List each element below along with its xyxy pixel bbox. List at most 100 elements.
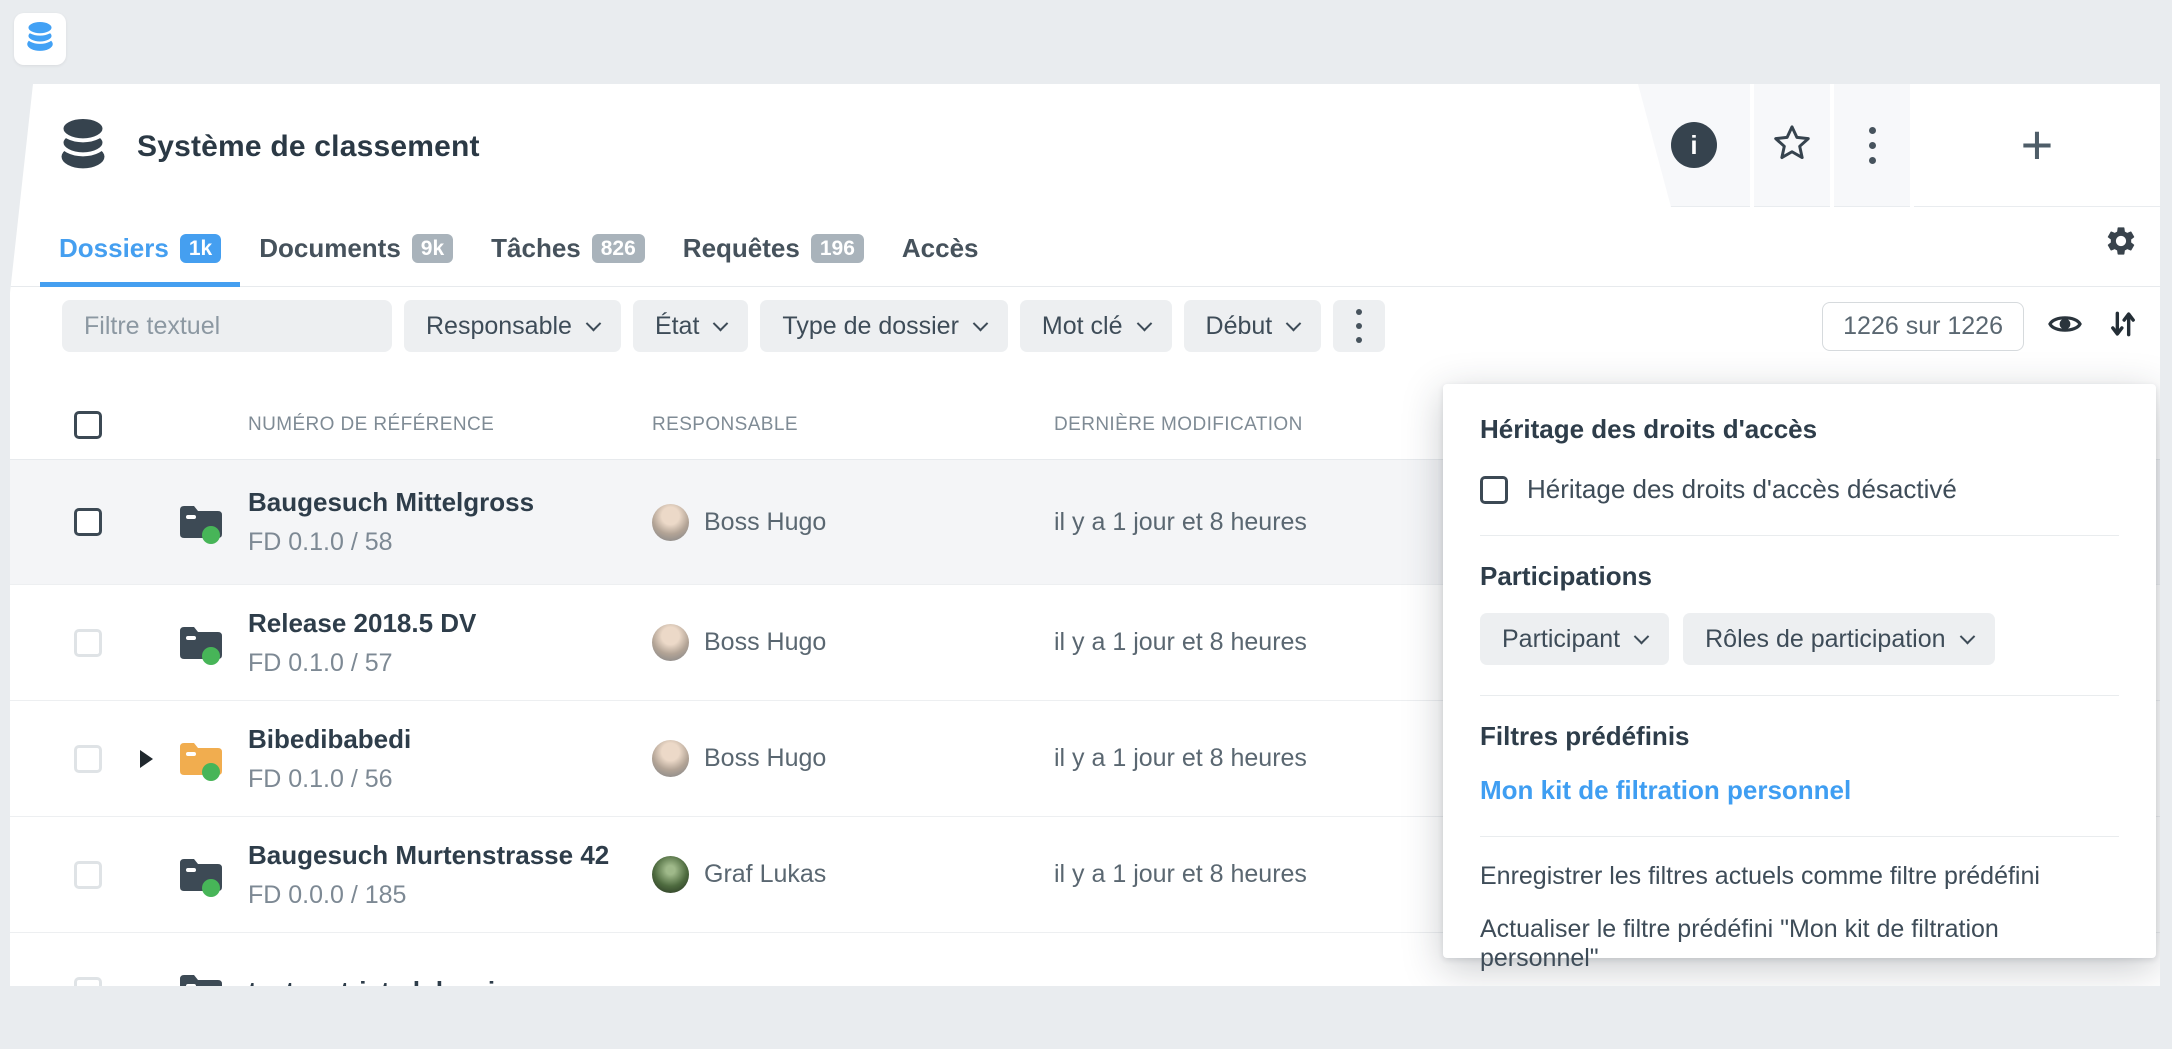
responsible-name: Boss Hugo <box>704 508 826 537</box>
status-dot-green <box>202 763 220 781</box>
tab-label: Requêtes <box>683 233 800 264</box>
dossier-folder-icon[interactable] <box>178 970 224 1012</box>
avatar <box>652 624 689 661</box>
tab-documents[interactable]: Documents 9k <box>240 210 472 286</box>
header-actions: i + <box>1638 84 2160 207</box>
dossier-reference: FD 0.0.0 / 185 <box>248 881 642 910</box>
access-inheritance-checkbox[interactable] <box>1480 476 1508 504</box>
plus-icon: + <box>2021 117 2054 173</box>
status-dot-green <box>202 995 220 1013</box>
tab-acces[interactable]: Accès <box>883 210 998 286</box>
column-header-reference[interactable]: NUMÉRO DE RÉFÉRENCE <box>248 414 642 436</box>
filter-label: Début <box>1206 312 1273 341</box>
filter-label: Mot clé <box>1042 312 1123 341</box>
star-icon <box>1771 122 1813 169</box>
sort-button[interactable] <box>2106 307 2140 346</box>
info-button[interactable]: i <box>1638 84 1750 207</box>
filter-label: Responsable <box>426 312 572 341</box>
chevron-down-icon <box>713 315 729 331</box>
more-filters-button[interactable] <box>1333 300 1385 352</box>
dropdown-label: Participant <box>1502 625 1620 654</box>
row-checkbox[interactable] <box>74 745 102 773</box>
responsible-name: Boss Hugo <box>704 628 826 657</box>
responsible-name: Boss Hugo <box>704 744 826 773</box>
chevron-down-icon <box>1634 628 1650 644</box>
status-dot-green <box>202 526 220 544</box>
status-dot-green <box>202 879 220 897</box>
app-logo[interactable] <box>14 13 66 65</box>
expand-arrow-icon[interactable] <box>140 750 153 768</box>
tab-dossiers[interactable]: Dossiers 1k <box>40 210 240 286</box>
select-all-checkbox[interactable] <box>74 411 102 439</box>
repository-database-icon <box>55 115 111 180</box>
dossier-folder-icon[interactable] <box>178 738 224 780</box>
responsible-name: Graf Lukas <box>704 860 826 889</box>
chevron-down-icon <box>1286 315 1302 331</box>
section-heading-participations: Participations <box>1480 561 2119 592</box>
participant-dropdown[interactable]: Participant <box>1480 613 1669 665</box>
preset-link[interactable]: Mon kit de filtration personnel <box>1480 775 2119 806</box>
dossier-reference: FD 0.1.0 / 57 <box>248 649 642 678</box>
settings-button[interactable] <box>2104 224 2138 263</box>
column-header-responsable[interactable]: RESPONSABLE <box>642 414 1046 436</box>
dossier-title[interactable]: test restricted dossier <box>248 976 642 1007</box>
tab-label: Dossiers <box>59 233 169 264</box>
avatar <box>652 740 689 777</box>
chevron-down-icon <box>1959 628 1975 644</box>
status-dot-green <box>202 647 220 665</box>
row-checkbox[interactable] <box>74 861 102 889</box>
top-bar <box>0 0 2172 80</box>
dossier-reference: FD 0.1.0 / 58 <box>248 528 642 557</box>
chevron-down-icon <box>1136 315 1152 331</box>
filter-responsable[interactable]: Responsable <box>404 300 621 352</box>
result-count: 1226 sur 1226 <box>1822 302 2024 351</box>
avatar <box>652 504 689 541</box>
row-checkbox[interactable] <box>74 508 102 536</box>
more-filters-panel: Héritage des droits d'accès Héritage des… <box>1443 384 2156 958</box>
chevron-down-icon <box>973 315 989 331</box>
participation-roles-dropdown[interactable]: Rôles de participation <box>1683 613 1994 665</box>
favorite-button[interactable] <box>1754 84 1830 207</box>
tab-label: Documents <box>259 233 401 264</box>
add-button[interactable]: + <box>1914 84 2160 207</box>
tab-badge: 1k <box>180 234 221 263</box>
dossier-title[interactable]: Baugesuch Murtenstrasse 42 <box>248 840 642 871</box>
more-actions-button[interactable] <box>1834 84 1910 207</box>
section-heading-presets: Filtres prédéfinis <box>1480 721 2119 752</box>
dossier-title[interactable]: Baugesuch Mittelgross <box>248 487 642 518</box>
divider <box>1480 695 2119 696</box>
eye-icon <box>2046 305 2084 348</box>
row-checkbox[interactable] <box>74 977 102 1005</box>
dossier-reference: FD 0.1.0 / 56 <box>248 765 642 794</box>
menu-item-update-preset[interactable]: Actualiser le filtre prédéfini "Mon kit … <box>1480 915 2119 973</box>
row-checkbox[interactable] <box>74 629 102 657</box>
main-card: Système de classement i + Dossiers 1k Do… <box>10 84 2160 986</box>
text-filter-input[interactable] <box>62 300 392 352</box>
filter-mot-cle[interactable]: Mot clé <box>1020 300 1172 352</box>
dossier-folder-icon[interactable] <box>178 622 224 664</box>
filter-etat[interactable]: État <box>633 300 748 352</box>
tab-requetes[interactable]: Requêtes 196 <box>664 210 883 286</box>
database-icon <box>23 20 57 59</box>
menu-item-reset[interactable]: Réinitialiser <box>1480 997 2119 1026</box>
menu-item-save-preset[interactable]: Enregistrer les filtres actuels comme fi… <box>1480 862 2119 891</box>
dossier-title[interactable]: Release 2018.5 DV <box>248 608 642 639</box>
filter-label: État <box>655 312 699 341</box>
info-icon: i <box>1671 122 1717 168</box>
dossier-folder-icon[interactable] <box>178 501 224 543</box>
divider <box>1480 535 2119 536</box>
divider <box>1480 836 2119 837</box>
filter-debut[interactable]: Début <box>1184 300 1322 352</box>
filter-label: Type de dossier <box>782 312 959 341</box>
gear-icon <box>2104 245 2138 262</box>
dossier-folder-icon[interactable] <box>178 854 224 896</box>
visibility-button[interactable] <box>2046 305 2084 348</box>
filter-type-dossier[interactable]: Type de dossier <box>760 300 1008 352</box>
tab-label: Accès <box>902 233 979 264</box>
checkbox-label[interactable]: Héritage des droits d'accès désactivé <box>1527 474 1957 505</box>
tab-badge: 826 <box>592 234 645 263</box>
kebab-icon <box>1869 127 1876 164</box>
tab-taches[interactable]: Tâches 826 <box>472 210 664 286</box>
tab-label: Tâches <box>491 233 581 264</box>
dossier-title[interactable]: Bibedibabedi <box>248 724 642 755</box>
